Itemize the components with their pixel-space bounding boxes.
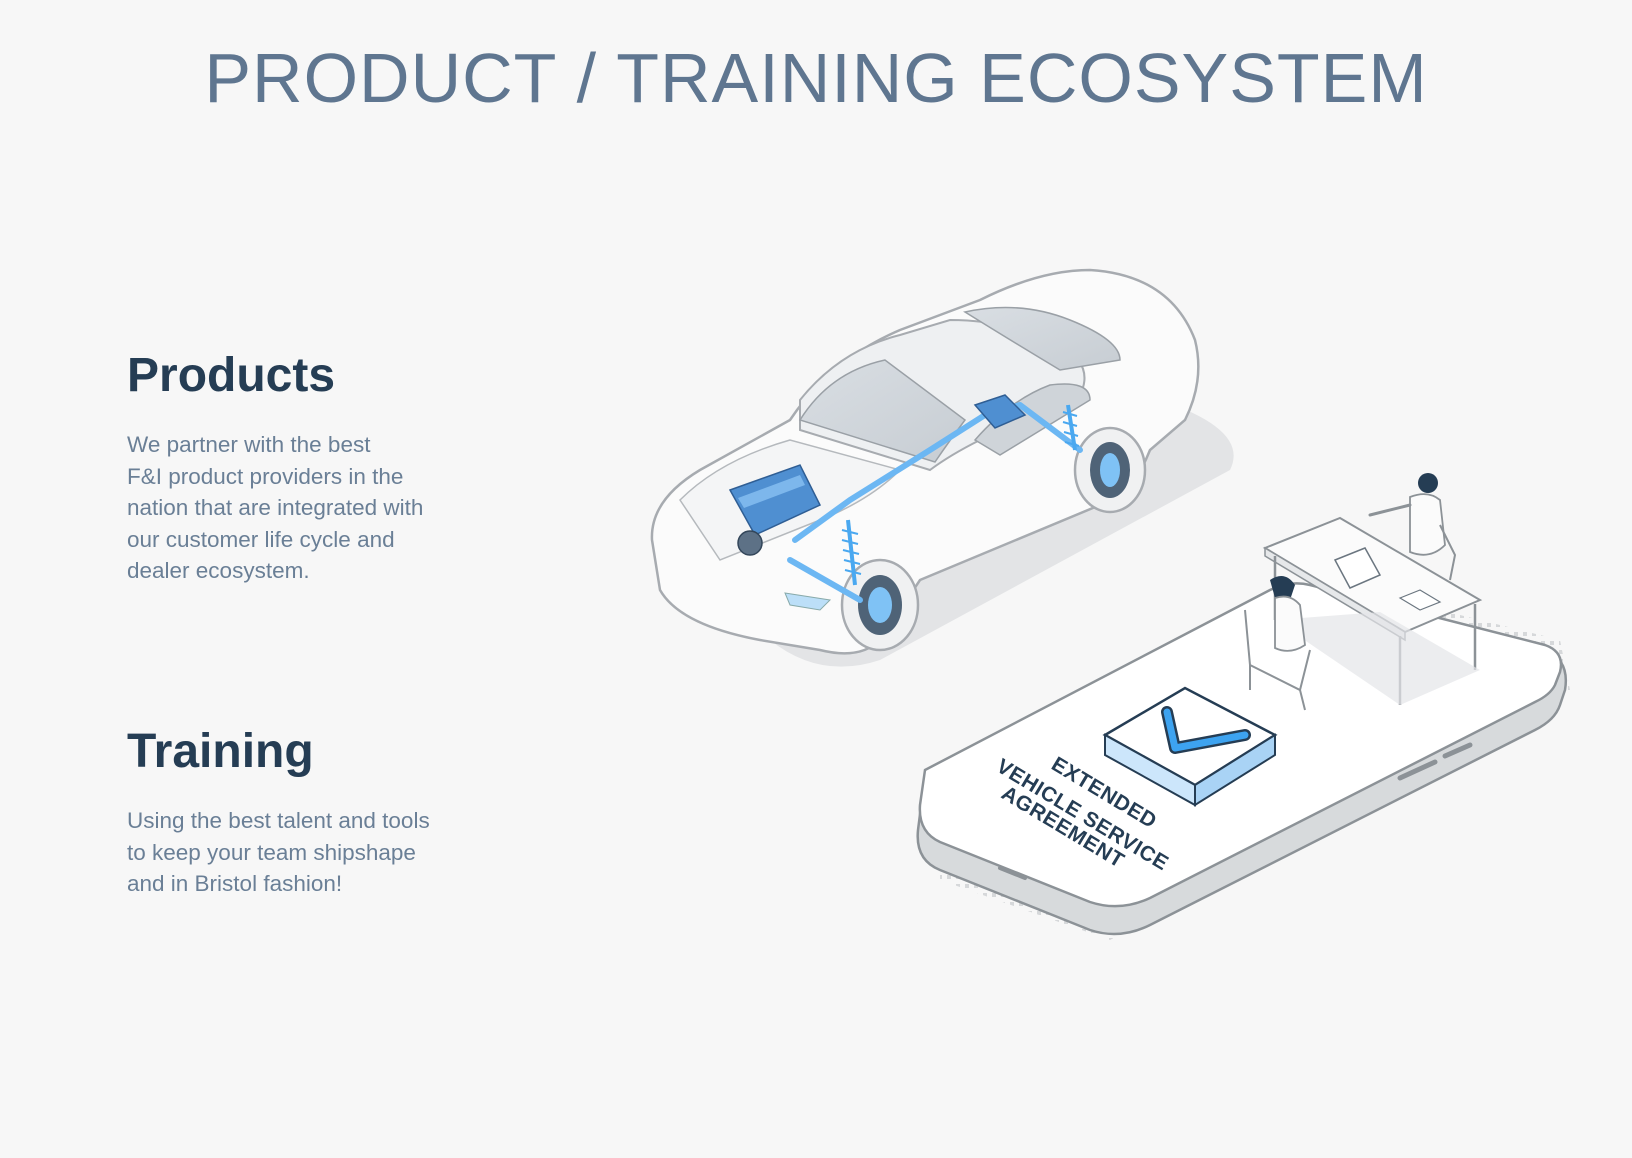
products-line: We partner with the best [127,432,371,457]
shock-absorber-icon [841,519,862,586]
products-description: We partner with the best F&I product pro… [127,429,497,587]
phone-screen-line-2: VEHICLE SERVICE [992,755,1172,876]
training-section: Training Using the best talent and tools… [127,724,497,900]
products-line: dealer ecosystem. [127,558,310,583]
products-line: our customer life cycle and [127,526,395,552]
products-line: nation that are integrated with [127,495,424,520]
desk-illustration [1262,516,1483,705]
advisor-figure [1368,473,1457,581]
training-line: Using the best talent and tools [127,808,430,833]
customer-figure [1244,576,1311,711]
shock-absorber-icon [1062,404,1080,451]
training-line: to keep your team shipshape [127,839,416,865]
training-description: Using the best talent and tools to keep … [127,805,497,900]
module-icon [973,394,1027,429]
checkmark-icon [1102,686,1278,807]
phone-screen-line-3: AGREEMENT [997,782,1128,873]
products-section: Products We partner with the best F&I pr… [127,348,497,587]
training-heading: Training [127,725,314,778]
laptop-icon [1333,547,1382,589]
training-line: and in Bristol fashion! [127,871,343,896]
products-line: F&I product providers in the [127,463,404,489]
phone-illustration: EXTENDED VEHICLE SERVICE AGREEMENT [916,473,1570,940]
products-heading: Products [127,349,336,402]
engine-icon [728,464,822,556]
car-illustration [650,268,1234,667]
page-title: PRODUCT / TRAINING ECOSYSTEM [204,39,1428,117]
phone-screen-line-1: EXTENDED [1047,753,1160,834]
